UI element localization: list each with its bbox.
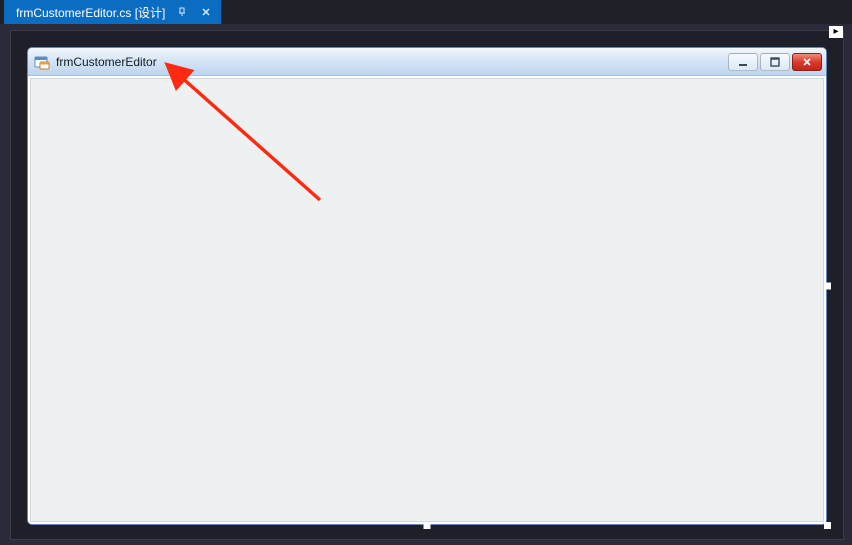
resize-handle-right[interactable]: [824, 283, 831, 290]
form-window[interactable]: frmCustomerEditor: [27, 47, 827, 525]
minimize-button[interactable]: [728, 53, 758, 71]
form-titlebar[interactable]: frmCustomerEditor: [28, 48, 826, 76]
pin-icon[interactable]: [175, 5, 189, 19]
tab-label: frmCustomerEditor.cs [设计]: [16, 4, 165, 21]
minimize-icon: [738, 57, 748, 67]
resize-handle-corner[interactable]: [824, 522, 831, 529]
designer-surface[interactable]: ▸ frmCustomerEditor: [10, 30, 844, 540]
workspace: frmCustomerEditor.cs [设计] ▸: [0, 0, 852, 545]
caption-buttons: [728, 53, 822, 71]
overflow-chevron-icon[interactable]: ▸: [829, 26, 843, 38]
resize-handle-bottom[interactable]: [424, 522, 431, 529]
form-selection-container: frmCustomerEditor: [27, 47, 827, 525]
close-button[interactable]: [792, 53, 822, 71]
form-client-area[interactable]: [30, 78, 824, 522]
maximize-icon: [770, 57, 780, 67]
tab-frmcustomereditor[interactable]: frmCustomerEditor.cs [设计]: [4, 0, 221, 24]
form-title: frmCustomerEditor: [56, 55, 157, 69]
tab-close-icon[interactable]: [199, 5, 213, 19]
tabstrip: frmCustomerEditor.cs [设计]: [4, 0, 221, 24]
maximize-button[interactable]: [760, 53, 790, 71]
close-icon: [802, 57, 812, 67]
winforms-app-icon: [34, 54, 50, 70]
